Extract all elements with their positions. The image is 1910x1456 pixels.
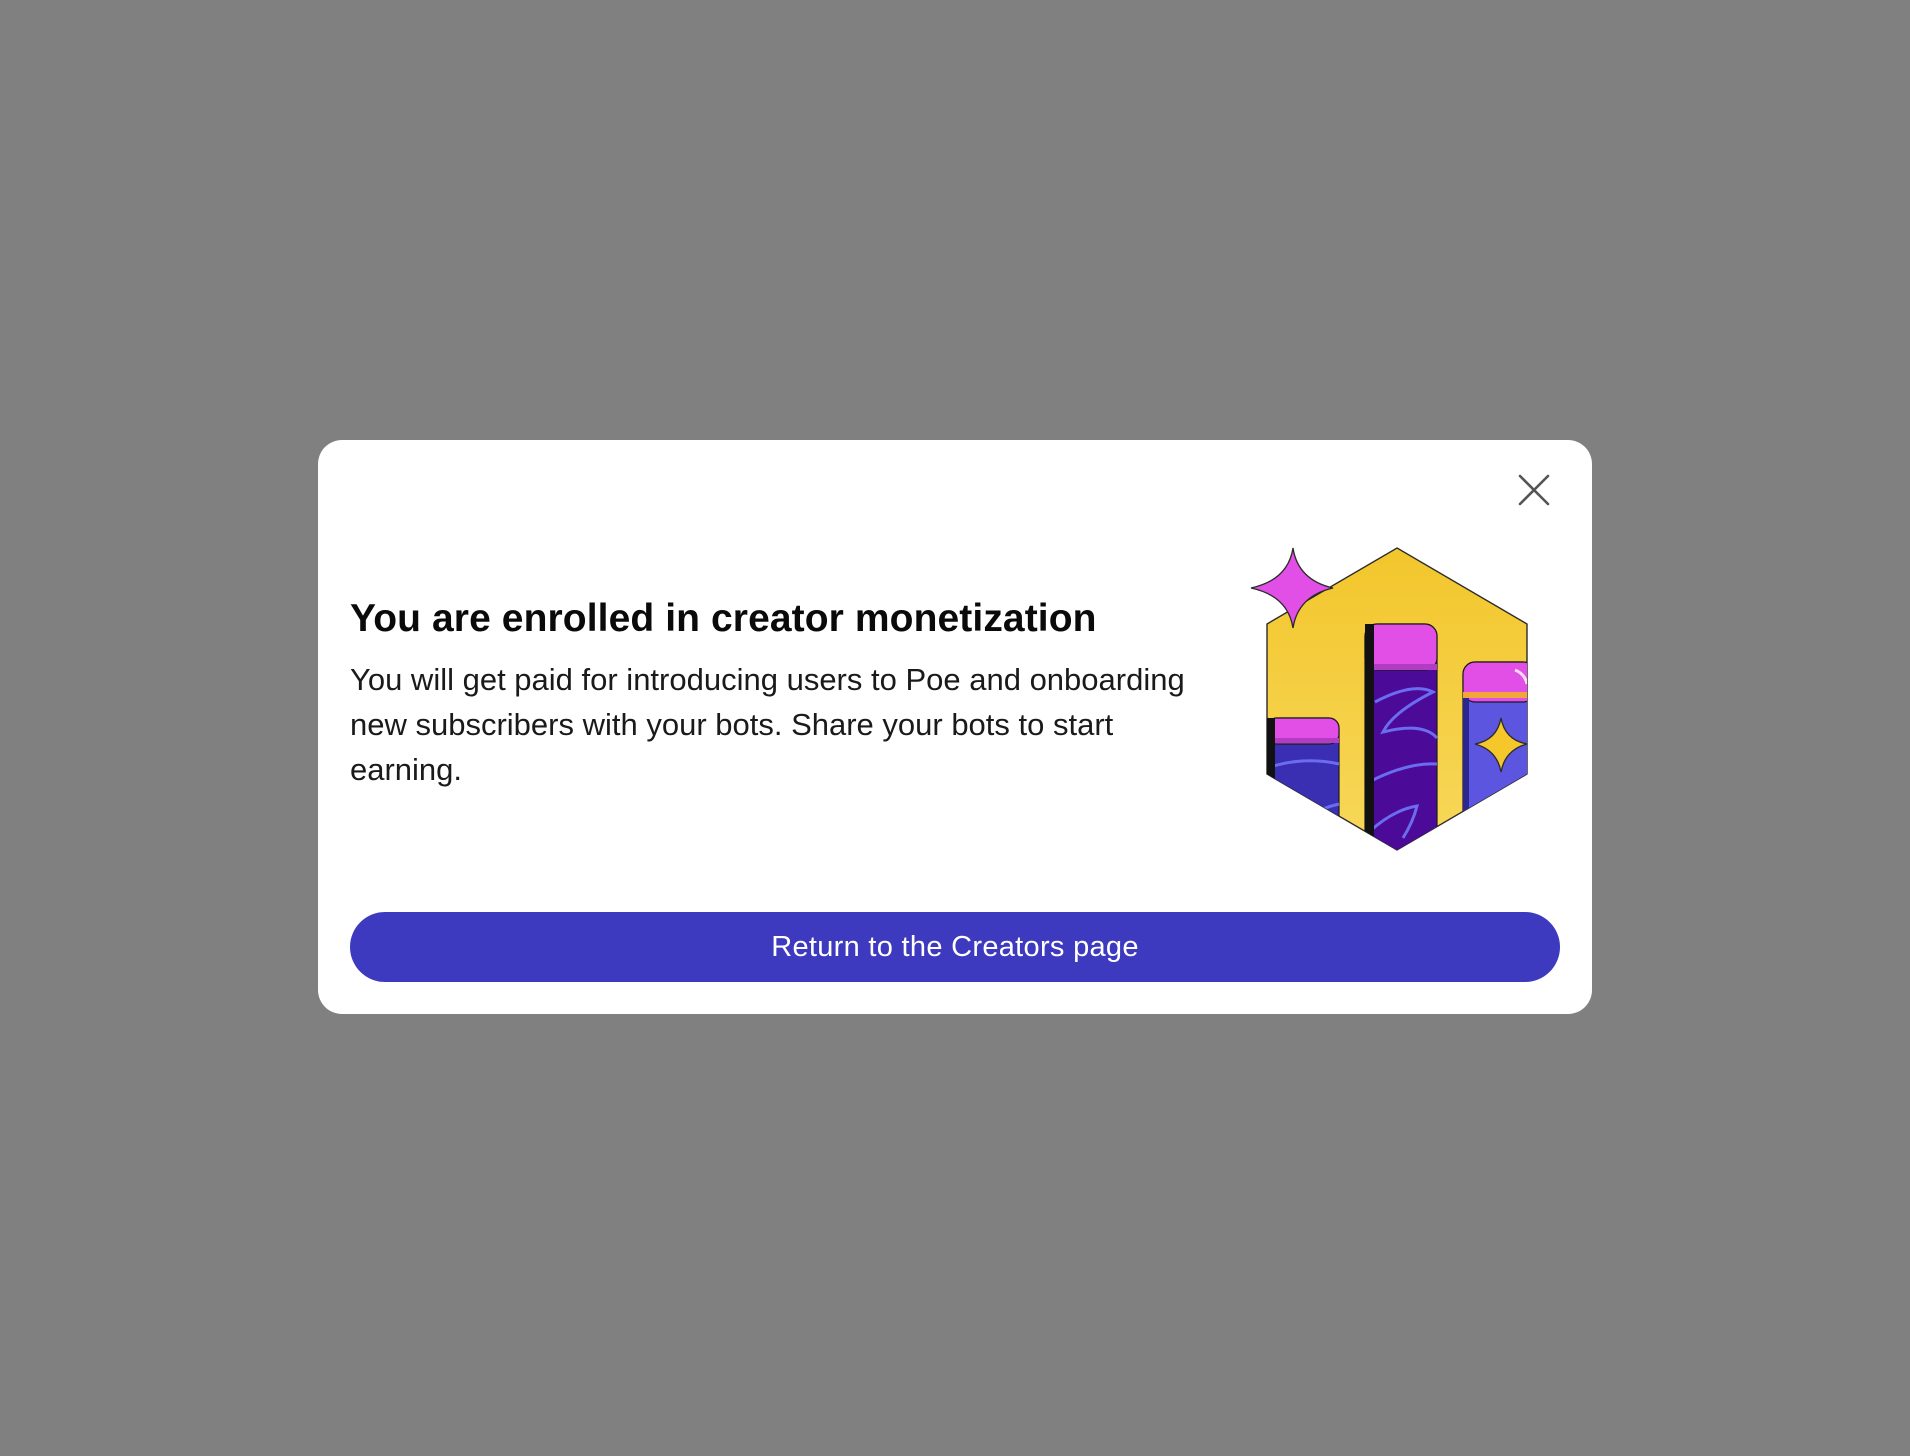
return-to-creators-button[interactable]: Return to the Creators page xyxy=(350,912,1560,982)
close-icon xyxy=(1518,474,1550,506)
bar-chart-hexagon-illustration xyxy=(1243,542,1543,862)
close-button[interactable] xyxy=(1506,462,1562,518)
modal-content: You are enrolled in creator monetization… xyxy=(350,596,1230,792)
modal-title: You are enrolled in creator monetization xyxy=(350,597,1097,640)
monetization-modal: You are enrolled in creator monetization… xyxy=(318,440,1592,1014)
modal-description: You will get paid for introducing users … xyxy=(350,661,1185,787)
